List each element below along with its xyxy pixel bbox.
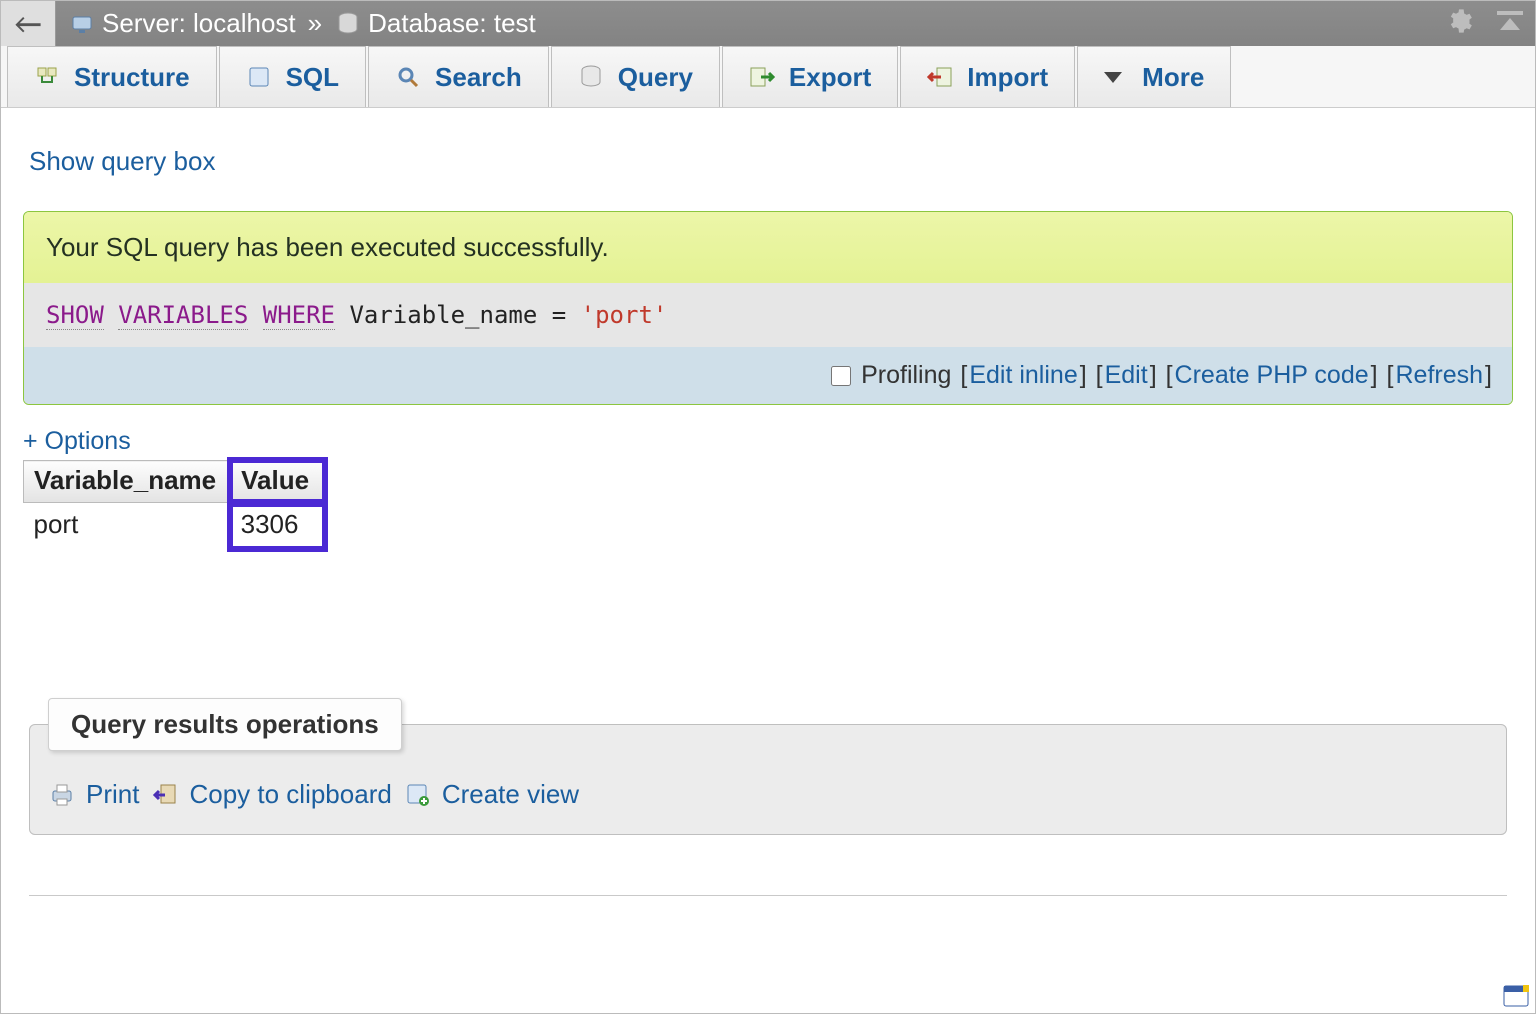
tab-label: More [1142,62,1204,93]
tabs-row: Structure SQL Search Query Export Import… [1,46,1535,108]
breadcrumb-database[interactable]: Database: test [368,8,536,39]
breadcrumb-bar: Server: localhost » Database: test [1,1,1535,46]
arrow-left-icon [14,14,42,34]
structure-icon [34,64,60,90]
print-button[interactable]: Print [48,779,139,810]
edit-link[interactable]: Edit [1105,361,1148,390]
cell-variable-name: port [24,503,231,549]
results-table: Variable_name Value port 3306 [23,460,324,548]
gear-icon[interactable] [1445,7,1473,41]
tab-label: Import [967,62,1048,93]
column-header-variable-name[interactable]: Variable_name [24,461,231,503]
print-label: Print [86,779,139,810]
profiling-label: Profiling [861,361,951,390]
tab-import[interactable]: Import [900,46,1075,107]
tab-search[interactable]: Search [368,46,549,107]
sql-keyword: VARIABLES [118,301,248,330]
edit-inline-link[interactable]: Edit inline [969,361,1077,390]
tab-label: SQL [286,62,339,93]
tab-label: Structure [74,62,190,93]
result-panel: Your SQL query has been executed success… [23,211,1513,405]
tab-export[interactable]: Export [722,46,898,107]
tab-label: Export [789,62,871,93]
tab-label: Query [618,62,693,93]
clipboard-icon [151,781,179,809]
sql-literal: 'port' [581,301,668,329]
copy-clipboard-button[interactable]: Copy to clipboard [151,779,391,810]
show-query-box-link[interactable]: Show query box [29,146,1513,177]
tab-label: Search [435,62,522,93]
create-php-link[interactable]: Create PHP code [1175,361,1369,390]
create-view-icon [404,781,432,809]
operations-legend: Query results operations [48,698,402,751]
tab-sql[interactable]: SQL [219,46,366,107]
console-icon[interactable] [1503,985,1529,1007]
sql-op: = [552,301,566,329]
server-icon [68,10,96,38]
query-results-operations: Query results operations Print Copy to c… [29,698,1507,835]
query-icon [578,64,604,90]
copy-label: Copy to clipboard [189,779,391,810]
printer-icon [48,781,76,809]
search-icon [395,64,421,90]
tab-structure[interactable]: Structure [7,46,217,107]
export-icon [749,64,775,90]
database-icon [334,10,362,38]
create-view-button[interactable]: Create view [404,779,579,810]
create-view-label: Create view [442,779,579,810]
tab-more[interactable]: More [1077,46,1231,107]
refresh-link[interactable]: Refresh [1396,361,1484,390]
back-button[interactable] [1,1,56,46]
options-toggle[interactable]: + Options [23,427,1513,456]
success-message: Your SQL query has been executed success… [24,212,1512,283]
sql-toolbar: Profiling [Edit inline] [ Edit ] [ Creat… [24,347,1512,404]
breadcrumb-separator: » [302,8,328,39]
sql-display: SHOW VARIABLES WHERE Variable_name = 'po… [24,283,1512,347]
sql-icon [246,64,272,90]
cell-value: 3306 [231,503,324,549]
sql-keyword: WHERE [263,301,335,330]
chevron-down-icon [1104,72,1122,83]
breadcrumb-server[interactable]: Server: localhost [102,8,296,39]
column-header-value[interactable]: Value [231,461,324,503]
divider [29,895,1507,896]
sql-identifier: Variable_name [349,301,537,329]
table-row: port 3306 [24,503,324,549]
collapse-top-icon[interactable] [1495,8,1525,40]
import-icon [927,64,953,90]
profiling-checkbox[interactable] [831,366,851,386]
table-header-row: Variable_name Value [24,461,324,503]
sql-keyword: SHOW [46,301,104,330]
tab-query[interactable]: Query [551,46,720,107]
